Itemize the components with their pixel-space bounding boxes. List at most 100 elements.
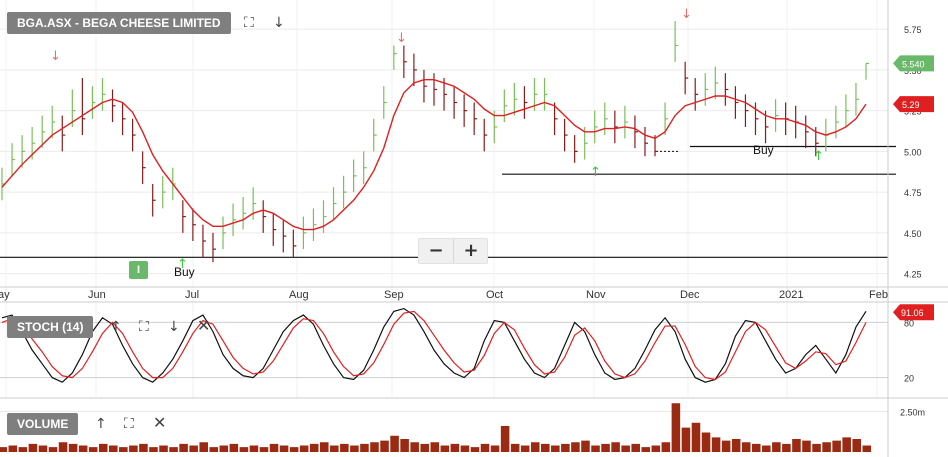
volume-bar (58, 442, 68, 452)
buy-arrow-icon: ↑ (590, 165, 601, 180)
volume-bar (862, 445, 872, 452)
ma-value: 5.29 (902, 100, 920, 110)
volume-bar (751, 443, 761, 452)
stock-chart: ↓ ↓ ↓ ↑ ↑ ↑ Buy Buy 5.755.505.255.004.754.504.2… (0, 0, 948, 457)
volume-bar (832, 440, 841, 452)
price-tick-label: 5.00 (904, 147, 922, 157)
volume-bar (420, 443, 429, 452)
volume-bar (279, 445, 289, 452)
x-tick-label: Feb (869, 289, 888, 301)
volume-bar (721, 440, 731, 452)
volume-bar (731, 439, 741, 452)
buy-label: Buy (753, 143, 774, 157)
volume-bar (480, 443, 490, 452)
volume-bar (88, 447, 98, 452)
x-tick-label: Sep (384, 289, 404, 301)
last-price-value: 5.540 (902, 59, 925, 69)
volume-tick-label: 2.50m (900, 407, 925, 417)
volume-bar (852, 439, 861, 452)
volume-bar (340, 443, 349, 452)
volume-bar (440, 445, 450, 452)
volume-bar (209, 447, 219, 452)
volume-bar (782, 443, 791, 452)
volume-bar (28, 443, 38, 452)
volume-bar (0, 447, 8, 452)
arrow-down-icon[interactable]: ↓ (168, 319, 180, 335)
volume-bar (701, 432, 711, 452)
sell-arrow-icon: ↓ (681, 7, 692, 22)
volume-bar (78, 445, 88, 452)
stoch-k-line (1, 307, 867, 383)
volume-bar (360, 443, 369, 452)
volume-bar (741, 442, 751, 452)
volume-bar (762, 445, 771, 452)
volume-bar (812, 443, 821, 452)
volume-bar (621, 445, 630, 452)
volume-bar (370, 442, 379, 452)
volume-bar (822, 442, 831, 452)
axes: 5.755.505.255.004.754.504.25ayJunJulAugS… (0, 0, 948, 457)
volume-bar (159, 445, 168, 452)
volume-title: VOLUME (7, 413, 79, 435)
stochastic-panel[interactable] (1, 307, 867, 383)
zoom-control: − + (418, 238, 488, 264)
volume-bar (561, 443, 570, 452)
close-icon[interactable]: ✕ (197, 318, 210, 334)
volume-bar (460, 445, 470, 452)
close-icon[interactable]: ✕ (153, 415, 166, 431)
volume-bar (500, 426, 510, 452)
volume-bar (289, 447, 299, 452)
volume-bar (189, 445, 198, 452)
volume-bar (139, 443, 148, 452)
arrow-up-icon[interactable]: ↑ (110, 319, 122, 335)
price-tick-label: 4.75 (904, 188, 922, 198)
volume-bar (259, 447, 269, 452)
volume-bar (299, 445, 309, 452)
volume-bar (48, 447, 58, 452)
volume-bar (772, 442, 781, 452)
x-tick-label: Jun (88, 289, 106, 301)
volume-bar (109, 445, 118, 452)
volume-bar (581, 440, 590, 452)
x-tick-label: Aug (289, 289, 309, 301)
volume-bar (591, 445, 600, 452)
arrow-up-icon[interactable]: ↑ (95, 416, 107, 432)
expand-icon[interactable]: ⛶ (124, 416, 134, 432)
zoom-in-button[interactable]: + (453, 239, 488, 263)
zoom-out-button[interactable]: − (419, 239, 453, 263)
volume-bar (18, 447, 28, 452)
volume-bar (68, 443, 78, 452)
arrow-down-icon[interactable]: ↓ (273, 15, 285, 31)
expand-icon[interactable]: ⛶ (244, 15, 254, 31)
volume-bar (792, 439, 801, 452)
volume-bar (239, 447, 249, 452)
stoch-value: 91.06 (901, 308, 924, 318)
volume-bar (269, 443, 279, 452)
volume-bar (520, 445, 530, 452)
indicator-badge[interactable]: I (129, 261, 148, 279)
volume-bar (842, 437, 851, 452)
volume-bar (129, 445, 138, 452)
volume-bar (8, 445, 18, 452)
volume-bar (571, 442, 580, 452)
volume-bar (510, 443, 520, 452)
volume-bar (450, 443, 460, 452)
expand-icon[interactable]: ⛶ (139, 319, 149, 335)
x-tick-label: Nov (586, 289, 606, 301)
x-tick-label: 2021 (779, 289, 803, 301)
x-tick-label: Dec (680, 289, 700, 301)
sell-arrow-icon: ↓ (396, 31, 407, 46)
buy-label: Buy (174, 265, 195, 279)
x-tick-label: Jul (185, 289, 199, 301)
volume-bar (671, 403, 681, 452)
price-tick-label: 4.25 (904, 270, 922, 280)
volume-bar (309, 443, 319, 452)
sell-arrow-icon: ↓ (50, 49, 61, 64)
volume-bar (249, 445, 259, 452)
volume-bar (219, 445, 229, 452)
volume-bar (611, 442, 620, 452)
stoch-tick-label: 20 (904, 374, 914, 384)
volume-bar (661, 442, 671, 452)
volume-bar (802, 440, 811, 452)
symbol-title: BGA.ASX - BEGA CHEESE LIMITED (7, 12, 231, 34)
